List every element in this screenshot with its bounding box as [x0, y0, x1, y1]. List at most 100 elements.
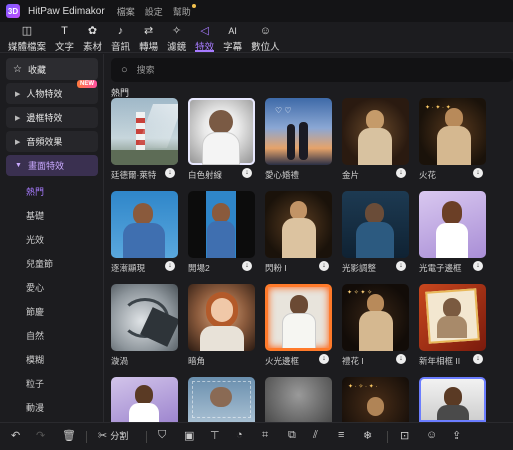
tool-filters[interactable]: ✧ 濾鏡 [167, 22, 186, 53]
face-icon[interactable]: ☺ [426, 429, 437, 441]
subcategory-love[interactable]: 愛心 [26, 281, 44, 294]
subcategory-nature[interactable]: 自然 [26, 329, 44, 342]
menu-help[interactable]: 幫助 [173, 3, 196, 18]
transition-icon: ⇄ [143, 25, 154, 37]
effect-name: 愛心婚禮 [265, 170, 300, 180]
text-icon: T [61, 25, 68, 37]
effect-card[interactable]: ↓ 金片 [342, 98, 409, 181]
effect-card[interactable] [265, 377, 332, 422]
export-icon[interactable]: ⇪ [452, 429, 461, 442]
freeze-icon[interactable]: ⧉ [288, 429, 296, 442]
effect-card[interactable]: ↓ 光影調整 [342, 191, 409, 274]
effect-card[interactable]: ↓ 開場2 [188, 191, 255, 274]
snowflake-icon[interactable]: ❄ [363, 429, 372, 442]
tool-transitions[interactable]: ⇄ 轉場 [139, 22, 158, 53]
subcategory-hot[interactable]: 熱門 [26, 185, 44, 198]
download-icon[interactable]: ↓ [165, 168, 175, 178]
category-people-effects[interactable]: ▶ 人物特效 NEW [6, 80, 98, 104]
effects-panel: ○ 熱門 ↓ 廷德爾·萊特 ↓ 白色射線 ♡ ♡ 愛心婚禮 ↓ [106, 54, 513, 422]
effect-card[interactable]: ✦ · ✧ · ✦ · [342, 377, 409, 422]
star-icon: ☆ [13, 63, 22, 75]
download-icon[interactable]: ↓ [473, 168, 483, 178]
mirror-icon[interactable]: ⫽ [313, 429, 318, 442]
category-label: 邊框特效 [26, 113, 63, 123]
tool-stickers[interactable]: ✿ 素材 [83, 22, 102, 53]
tool-avatar[interactable]: ☺ 數位人 [251, 22, 280, 53]
effects-icon: ◁ [200, 25, 209, 37]
undo-icon[interactable]: ↶ [11, 429, 20, 442]
subcategory-blur[interactable]: 模糊 [26, 353, 44, 366]
menu-file[interactable]: 檔案 [117, 5, 135, 18]
effect-card[interactable]: ↓ 廷德爾·萊特 [111, 98, 178, 181]
toolbar-divider [86, 431, 87, 443]
effect-card[interactable]: ↓ 火光邊框 [265, 284, 332, 367]
subtitle-box-icon[interactable]: ⊡ [400, 429, 409, 442]
category-screen-effects[interactable]: ▼ 畫面特效 [6, 155, 98, 176]
category-border-effects[interactable]: ▶ 邊框特效 [6, 107, 98, 128]
tool-avatar-label: 數位人 [251, 42, 280, 53]
download-icon[interactable]: ↓ [396, 168, 406, 178]
adjust-icon[interactable]: ≡ [338, 429, 344, 441]
download-icon[interactable]: ↓ [473, 261, 483, 271]
download-icon[interactable]: ↓ [319, 261, 329, 271]
redo-icon[interactable]: ↷ [36, 429, 45, 442]
text-box-icon[interactable]: ▣ [184, 429, 194, 442]
effect-card[interactable]: ↓ 白色射線 [188, 98, 255, 181]
split-button[interactable]: ✂ 分割 [98, 429, 128, 442]
chevron-right-icon: ▶ [15, 90, 21, 98]
effect-card[interactable]: 暗角 [188, 284, 255, 367]
search-bar[interactable]: ○ [111, 58, 513, 82]
delete-icon[interactable]: 🗑 [62, 429, 76, 442]
main-toolbar: ◫ 媒體檔案 T 文字 ✿ 素材 ♪ 音訊 ⇄ 轉場 ✧ 濾鏡 ◁ 特效 AI 字幕 ☺ 數位人 [0, 22, 513, 53]
subcategory-particles[interactable]: 粒子 [26, 377, 44, 390]
tool-media[interactable]: ◫ 媒體檔案 [8, 22, 46, 53]
download-icon[interactable]: ↓ [165, 261, 175, 271]
effect-thumbnail: ✦ ✧ ✦ ✧ [342, 284, 409, 351]
subcategory-basic[interactable]: 基礎 [26, 209, 44, 222]
effect-card[interactable] [111, 377, 178, 422]
download-icon[interactable]: ↓ [242, 168, 252, 178]
search-input[interactable] [136, 65, 437, 75]
effect-card[interactable]: 漩渦 [111, 284, 178, 367]
subcategory-childrens-day[interactable]: 兒童節 [26, 257, 53, 270]
menu-bar: 檔案 設定 幫助 [117, 3, 196, 18]
tool-text[interactable]: T 文字 [55, 22, 74, 53]
category-audio-effects[interactable]: ▶ 音頻效果 [6, 131, 98, 152]
tts-icon[interactable]: ⊤ [210, 429, 220, 442]
download-icon[interactable]: ↓ [396, 261, 406, 271]
tool-effects[interactable]: ◁ 特效 [195, 22, 215, 53]
filter-icon: ✧ [171, 25, 182, 37]
effect-card[interactable]: ↓ 逐漸顯現 [111, 191, 178, 274]
tool-audio-label: 音訊 [111, 42, 131, 53]
category-label: 音頻效果 [26, 137, 63, 147]
favorites-button[interactable]: ☆ 收藏 [6, 58, 98, 80]
effect-card[interactable]: ♡ ♡ 愛心婚禮 [265, 98, 332, 181]
effect-card[interactable]: ↓ 光電子邊框 [419, 191, 486, 274]
tool-subtitles[interactable]: AI 字幕 [223, 22, 242, 53]
effect-card[interactable]: ✦ · ✦ · ✦ ↓ 火花 [419, 98, 486, 181]
download-icon[interactable]: ↓ [473, 354, 483, 364]
effect-card[interactable]: ✦ ✧ ✦ ✧ ↓ 禮花 I [342, 284, 409, 367]
download-icon[interactable]: ↓ [396, 354, 406, 364]
music-icon: ♪ [117, 25, 124, 37]
shield-icon[interactable]: ⛉ [158, 429, 166, 442]
menu-settings[interactable]: 設定 [145, 5, 163, 18]
effect-card[interactable]: ↓ 閃粉 I [265, 191, 332, 274]
download-icon[interactable]: ↓ [319, 354, 329, 364]
subcategory-festival[interactable]: 節慶 [26, 305, 44, 318]
tool-subtitles-label: 字幕 [223, 42, 243, 53]
speed-icon[interactable]: ◔ [236, 429, 243, 441]
effect-card[interactable] [188, 377, 255, 422]
subcategory-light[interactable]: 光效 [26, 233, 44, 246]
download-icon[interactable]: ↓ [242, 261, 252, 271]
effect-card[interactable]: ↓ 新年相框 II [419, 284, 486, 367]
tool-transitions-label: 轉場 [139, 42, 159, 53]
effect-card[interactable] [419, 377, 486, 422]
effect-thumbnail [265, 377, 332, 422]
scissors-icon: ✂ [98, 430, 108, 442]
effect-thumbnail [419, 284, 486, 351]
tool-text-label: 文字 [55, 42, 75, 53]
crop-icon[interactable]: ⌗ [262, 429, 268, 442]
tool-audio[interactable]: ♪ 音訊 [111, 22, 130, 53]
subcategory-anime[interactable]: 動漫 [26, 401, 44, 414]
